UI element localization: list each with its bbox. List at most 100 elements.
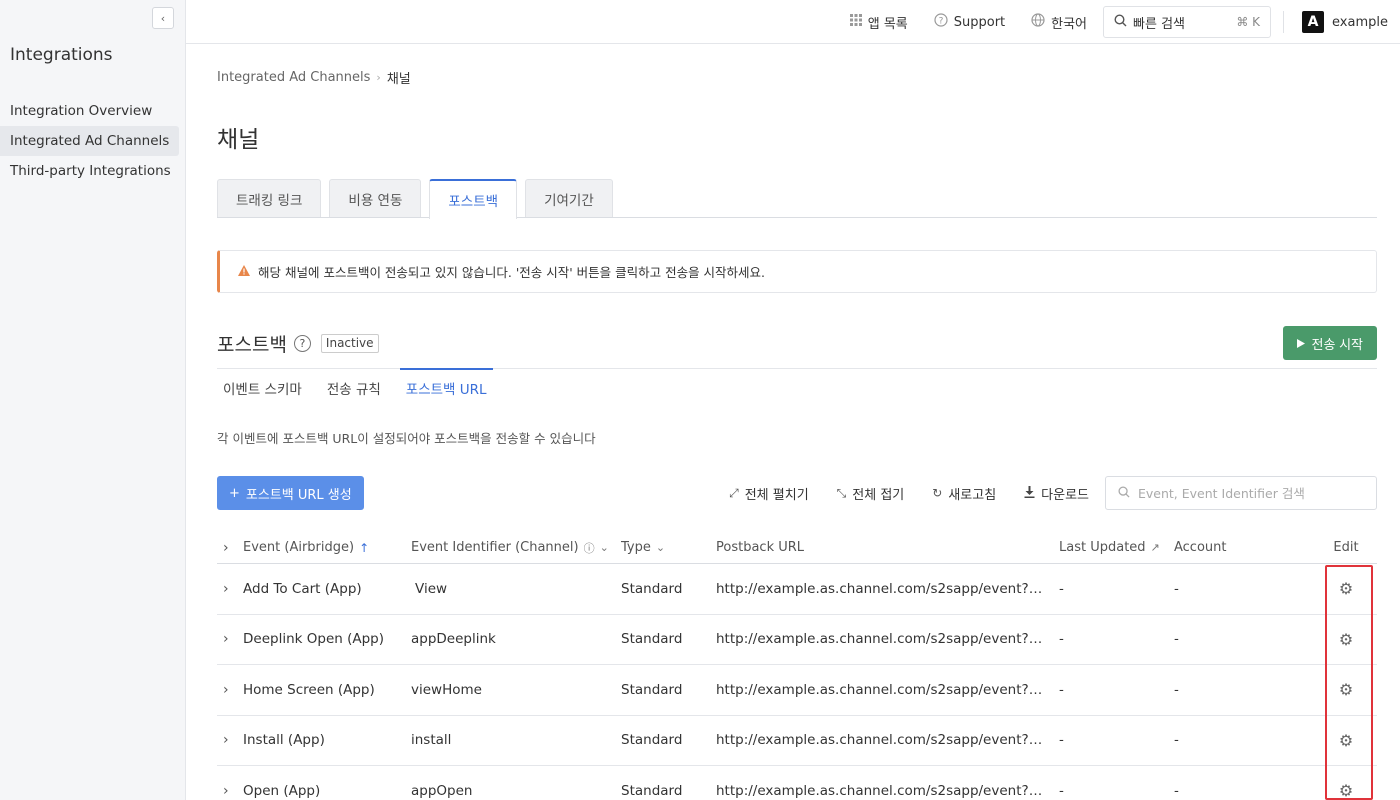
table-actions: ⤢ 전체 펼치기 ⤡ 전체 접기 ↻ 새로고침 다운로드 [729,476,1377,510]
expand-icon: ⤢ [729,485,739,500]
cell-last-updated: - [1059,782,1064,799]
collapse-all-label: 전체 접기 [852,487,905,503]
cell-type: Standard [621,681,683,698]
search-icon [1114,13,1127,31]
cell-identifier: View [415,580,448,597]
sidebar-item-third-party-integrations[interactable]: Third-party Integrations [0,156,179,186]
sidebar-item-integrated-ad-channels[interactable]: Integrated Ad Channels [0,126,179,156]
cell-last-updated: - [1059,732,1064,749]
postback-url-table: › Event (Airbridge) ↑ Event Identifier (… [217,532,1377,800]
table-row[interactable]: › Home Screen (App) viewHome Standard ht… [217,665,1377,716]
cell-type: Standard [621,580,683,597]
app-list-link[interactable]: 앱 목록 [849,13,908,32]
postback-subtabs: 이벤트 스키마 전송 규칙 포스트백 URL [217,368,1377,406]
sidebar-nav: Integration Overview Integrated Ad Chann… [0,96,186,186]
expand-all-button[interactable]: ⤢ 전체 펼치기 [729,484,809,503]
globe-icon [1031,13,1045,31]
cell-event: Add To Cart (App) [243,580,362,597]
cell-account: - [1174,580,1179,597]
gear-icon: ⚙ [1338,781,1354,800]
column-header-postback-url: Postback URL [716,540,1052,555]
cell-identifier: appDeeplink [411,631,496,648]
chevron-right-icon[interactable]: › [223,540,237,556]
create-postback-url-button[interactable]: + 포스트백 URL 생성 [217,476,364,510]
tab-cost-integration[interactable]: 비용 연동 [329,179,422,217]
subtab-event-schema[interactable]: 이벤트 스키마 [217,369,308,407]
table-row[interactable]: › Deeplink Open (App) appDeeplink Standa… [217,615,1377,665]
gear-icon: ⚙ [1338,680,1354,700]
start-sending-button[interactable]: 전송 시작 [1282,326,1377,360]
breadcrumb-parent[interactable]: Integrated Ad Channels [217,70,370,85]
edit-button[interactable]: ⚙ [1323,781,1369,800]
cell-event: Install (App) [243,732,325,749]
cell-postback-url: http://example.as.channel.com/s2sapp/eve… [716,782,1052,799]
column-header-event[interactable]: Event (Airbridge) ↑ [243,540,423,555]
cell-postback-url: http://example.as.channel.com/s2sapp/eve… [716,732,1052,749]
edit-button[interactable]: ⚙ [1323,680,1369,699]
table-search-input[interactable] [1138,485,1358,501]
table-row[interactable]: › Install (App) install Standard http://… [217,716,1377,766]
collapse-icon: ⤡ [836,485,847,500]
support-link[interactable]: ? Support [934,13,1005,31]
sidebar-item-integration-overview[interactable]: Integration Overview [0,96,179,126]
plus-icon: + [229,485,240,501]
account-menu[interactable]: A example [1302,11,1388,33]
cell-identifier: install [411,732,452,749]
tab-tracking-link[interactable]: 트래킹 링크 [217,179,322,217]
cell-event: Deeplink Open (App) [243,631,384,648]
quick-search-label: 빠른 검색 [1133,16,1186,32]
breadcrumb-current: 채널 [386,72,411,87]
cell-type: Standard [621,782,683,799]
refresh-button[interactable]: ↻ 새로고침 [932,484,996,503]
column-header-label: Event Identifier (Channel) [411,540,579,555]
chevron-right-icon[interactable]: › [223,682,237,698]
edit-button[interactable]: ⚙ [1323,731,1369,750]
warning-alert: 해당 채널에 포스트백이 전송되고 있지 않습니다. '전송 시작' 버튼을 클… [217,250,1377,293]
chevron-right-icon[interactable]: › [223,581,237,597]
search-icon [1118,485,1130,501]
column-header-type[interactable]: Type ⌄ [621,540,711,555]
download-icon [1024,485,1035,501]
account-logo: A [1302,11,1325,33]
column-header-last-updated[interactable]: Last Updated ↗ [1059,540,1169,555]
tab-attribution-window[interactable]: 기여기간 [525,179,613,217]
tab-postback[interactable]: 포스트백 [429,179,518,219]
gear-icon: ⚙ [1338,730,1354,750]
arrow-up-right-icon: ↗ [1150,541,1160,554]
subtab-label: 포스트백 URL [405,382,487,398]
cell-account: - [1174,681,1179,698]
gear-icon: ⚙ [1338,629,1354,649]
chevron-down-icon: ⌄ [655,541,666,554]
table-toolbar: + 포스트백 URL 생성 ⤢ 전체 펼치기 ⤡ 전체 접기 ↻ 새로고침 다운… [217,476,1377,510]
cell-account: - [1174,782,1179,799]
chevron-left-icon: ‹ [160,11,166,25]
edit-button[interactable]: ⚙ [1323,630,1369,649]
top-bar-actions: 앱 목록 ? Support 한국어 빠른 검색 ⌘ K A example [824,0,1388,44]
download-button[interactable]: 다운로드 [1024,484,1089,503]
cell-identifier: viewHome [411,681,482,698]
quick-search-button[interactable]: 빠른 검색 ⌘ K [1103,6,1272,38]
language-label: 한국어 [1051,16,1088,32]
edit-button[interactable]: ⚙ [1323,579,1369,598]
help-icon[interactable]: ? [293,334,311,352]
column-header-label: Event (Airbridge) [243,540,355,555]
cell-type: Standard [621,732,683,749]
chevron-right-icon[interactable]: › [223,631,237,647]
subtab-sending-rules[interactable]: 전송 규칙 [321,369,387,407]
column-header-identifier[interactable]: Event Identifier (Channel) ⓘ ⌄ [411,540,616,556]
table-row[interactable]: › Open (App) appOpen Standard http://exa… [217,766,1377,800]
refresh-icon: ↻ [932,486,943,500]
column-header-label: Type [621,540,651,555]
sidebar-collapse-button[interactable]: ‹ [152,7,174,29]
channel-tabs: 트래킹 링크 비용 연동 포스트백 기여기간 [217,179,1377,219]
play-icon [1296,336,1305,351]
collapse-all-button[interactable]: ⤡ 전체 접기 [837,484,905,503]
cell-account: - [1174,631,1179,648]
subtab-postback-url[interactable]: 포스트백 URL [399,368,493,406]
language-selector[interactable]: 한국어 [1031,13,1087,32]
column-header-label: Last Updated [1059,540,1146,555]
chevron-right-icon[interactable]: › [223,783,237,799]
table-row[interactable]: › Add To Cart (App) View Standard http:/… [217,564,1377,615]
status-badge: Inactive [320,333,379,353]
chevron-right-icon[interactable]: › [223,732,237,748]
